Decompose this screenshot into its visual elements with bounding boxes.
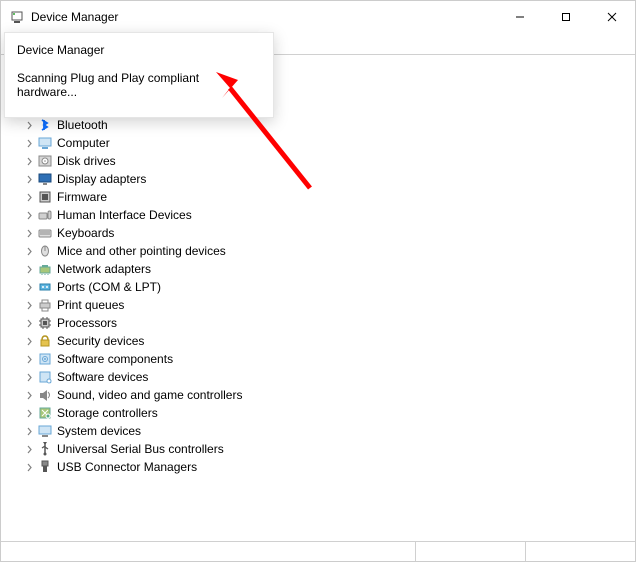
titlebar: Device Manager xyxy=(1,1,635,33)
tree-item-label: USB Connector Managers xyxy=(57,460,197,474)
window-buttons xyxy=(497,1,635,33)
usbconn-icon xyxy=(37,459,53,475)
storage-icon xyxy=(37,405,53,421)
chevron-right-icon[interactable] xyxy=(23,299,35,311)
tree-item-label: Bluetooth xyxy=(57,118,108,132)
chevron-right-icon[interactable] xyxy=(23,425,35,437)
chevron-right-icon[interactable] xyxy=(23,191,35,203)
device-tree-panel[interactable]: Audio inputs and outputsBatteriesBluetoo… xyxy=(1,76,635,541)
tree-item-label: Software devices xyxy=(57,370,148,384)
chevron-right-icon[interactable] xyxy=(23,173,35,185)
tree-item-label: Computer xyxy=(57,136,110,150)
tree-item[interactable]: Software devices xyxy=(9,368,635,386)
tree-item[interactable]: Keyboards xyxy=(9,224,635,242)
tree-item[interactable]: Software components xyxy=(9,350,635,368)
tree-item-label: Firmware xyxy=(57,190,107,204)
chevron-right-icon[interactable] xyxy=(23,335,35,347)
tooltip-title: Device Manager xyxy=(17,43,261,57)
tree-item[interactable]: Computer xyxy=(9,134,635,152)
ports-icon xyxy=(37,279,53,295)
close-button[interactable] xyxy=(589,1,635,33)
chevron-right-icon[interactable] xyxy=(23,209,35,221)
printer-icon xyxy=(37,297,53,313)
system-icon xyxy=(37,423,53,439)
chevron-right-icon[interactable] xyxy=(23,281,35,293)
tree-item[interactable]: Bluetooth xyxy=(9,116,635,134)
tree-item-label: Network adapters xyxy=(57,262,151,276)
tree-item[interactable]: Network adapters xyxy=(9,260,635,278)
tree-item-label: Keyboards xyxy=(57,226,114,240)
tree-item-label: Ports (COM & LPT) xyxy=(57,280,161,294)
network-icon xyxy=(37,261,53,277)
tooltip-message: Scanning Plug and Play compliant hardwar… xyxy=(17,71,261,99)
chevron-right-icon[interactable] xyxy=(23,245,35,257)
tree-item-label: Processors xyxy=(57,316,117,330)
tree-item-label: System devices xyxy=(57,424,141,438)
sound-icon xyxy=(37,387,53,403)
tree-item[interactable]: Sound, video and game controllers xyxy=(9,386,635,404)
tree-item-label: Human Interface Devices xyxy=(57,208,192,222)
tree-item[interactable]: System devices xyxy=(9,422,635,440)
bluetooth-icon xyxy=(37,117,53,133)
tree-item-label: Display adapters xyxy=(57,172,146,186)
cpu-icon xyxy=(37,315,53,331)
app-icon xyxy=(9,9,25,25)
tree-item[interactable]: Universal Serial Bus controllers xyxy=(9,440,635,458)
chevron-right-icon[interactable] xyxy=(23,137,35,149)
keyboard-icon xyxy=(37,225,53,241)
statusbar-left xyxy=(1,542,415,561)
tree-item[interactable]: Display adapters xyxy=(9,170,635,188)
chevron-right-icon[interactable] xyxy=(23,389,35,401)
chevron-right-icon[interactable] xyxy=(23,263,35,275)
tree-item[interactable]: Human Interface Devices xyxy=(9,206,635,224)
chevron-right-icon[interactable] xyxy=(23,407,35,419)
chevron-right-icon[interactable] xyxy=(23,155,35,167)
tree-item[interactable]: Storage controllers xyxy=(9,404,635,422)
tree-item-label: Mice and other pointing devices xyxy=(57,244,226,258)
tree-item-label: Sound, video and game controllers xyxy=(57,388,242,402)
usb-icon xyxy=(37,441,53,457)
tree-item[interactable]: Mice and other pointing devices xyxy=(9,242,635,260)
chevron-right-icon[interactable] xyxy=(23,227,35,239)
security-icon xyxy=(37,333,53,349)
statusbar-mid xyxy=(415,542,525,561)
tree-item-label: Disk drives xyxy=(57,154,116,168)
tree-item[interactable]: Processors xyxy=(9,314,635,332)
tree-item-label: Security devices xyxy=(57,334,144,348)
tree-item-label: Universal Serial Bus controllers xyxy=(57,442,224,456)
chevron-right-icon[interactable] xyxy=(23,461,35,473)
statusbar-right xyxy=(525,542,635,561)
window-title: Device Manager xyxy=(31,10,497,24)
tree-item[interactable]: Disk drives xyxy=(9,152,635,170)
firmware-icon xyxy=(37,189,53,205)
chevron-right-icon[interactable] xyxy=(23,353,35,365)
chevron-right-icon[interactable] xyxy=(23,443,35,455)
tree-item-label: Software components xyxy=(57,352,173,366)
computer-icon xyxy=(37,135,53,151)
scan-tooltip: Device Manager Scanning Plug and Play co… xyxy=(4,32,274,118)
tree-item[interactable]: Firmware xyxy=(9,188,635,206)
swdev-icon xyxy=(37,369,53,385)
chevron-right-icon[interactable] xyxy=(23,119,35,131)
tree-item[interactable]: Ports (COM & LPT) xyxy=(9,278,635,296)
tree-item[interactable]: Security devices xyxy=(9,332,635,350)
display-icon xyxy=(37,171,53,187)
tree-item[interactable]: Print queues xyxy=(9,296,635,314)
chevron-right-icon[interactable] xyxy=(23,317,35,329)
tree-item[interactable]: USB Connector Managers xyxy=(9,458,635,476)
swcomp-icon xyxy=(37,351,53,367)
chevron-right-icon[interactable] xyxy=(23,371,35,383)
tree-item-label: Storage controllers xyxy=(57,406,158,420)
tree-item-label: Print queues xyxy=(57,298,124,312)
statusbar xyxy=(1,541,635,561)
hid-icon xyxy=(37,207,53,223)
disk-icon xyxy=(37,153,53,169)
maximize-button[interactable] xyxy=(543,1,589,33)
mouse-icon xyxy=(37,243,53,259)
minimize-button[interactable] xyxy=(497,1,543,33)
device-tree: Audio inputs and outputsBatteriesBluetoo… xyxy=(9,80,635,476)
